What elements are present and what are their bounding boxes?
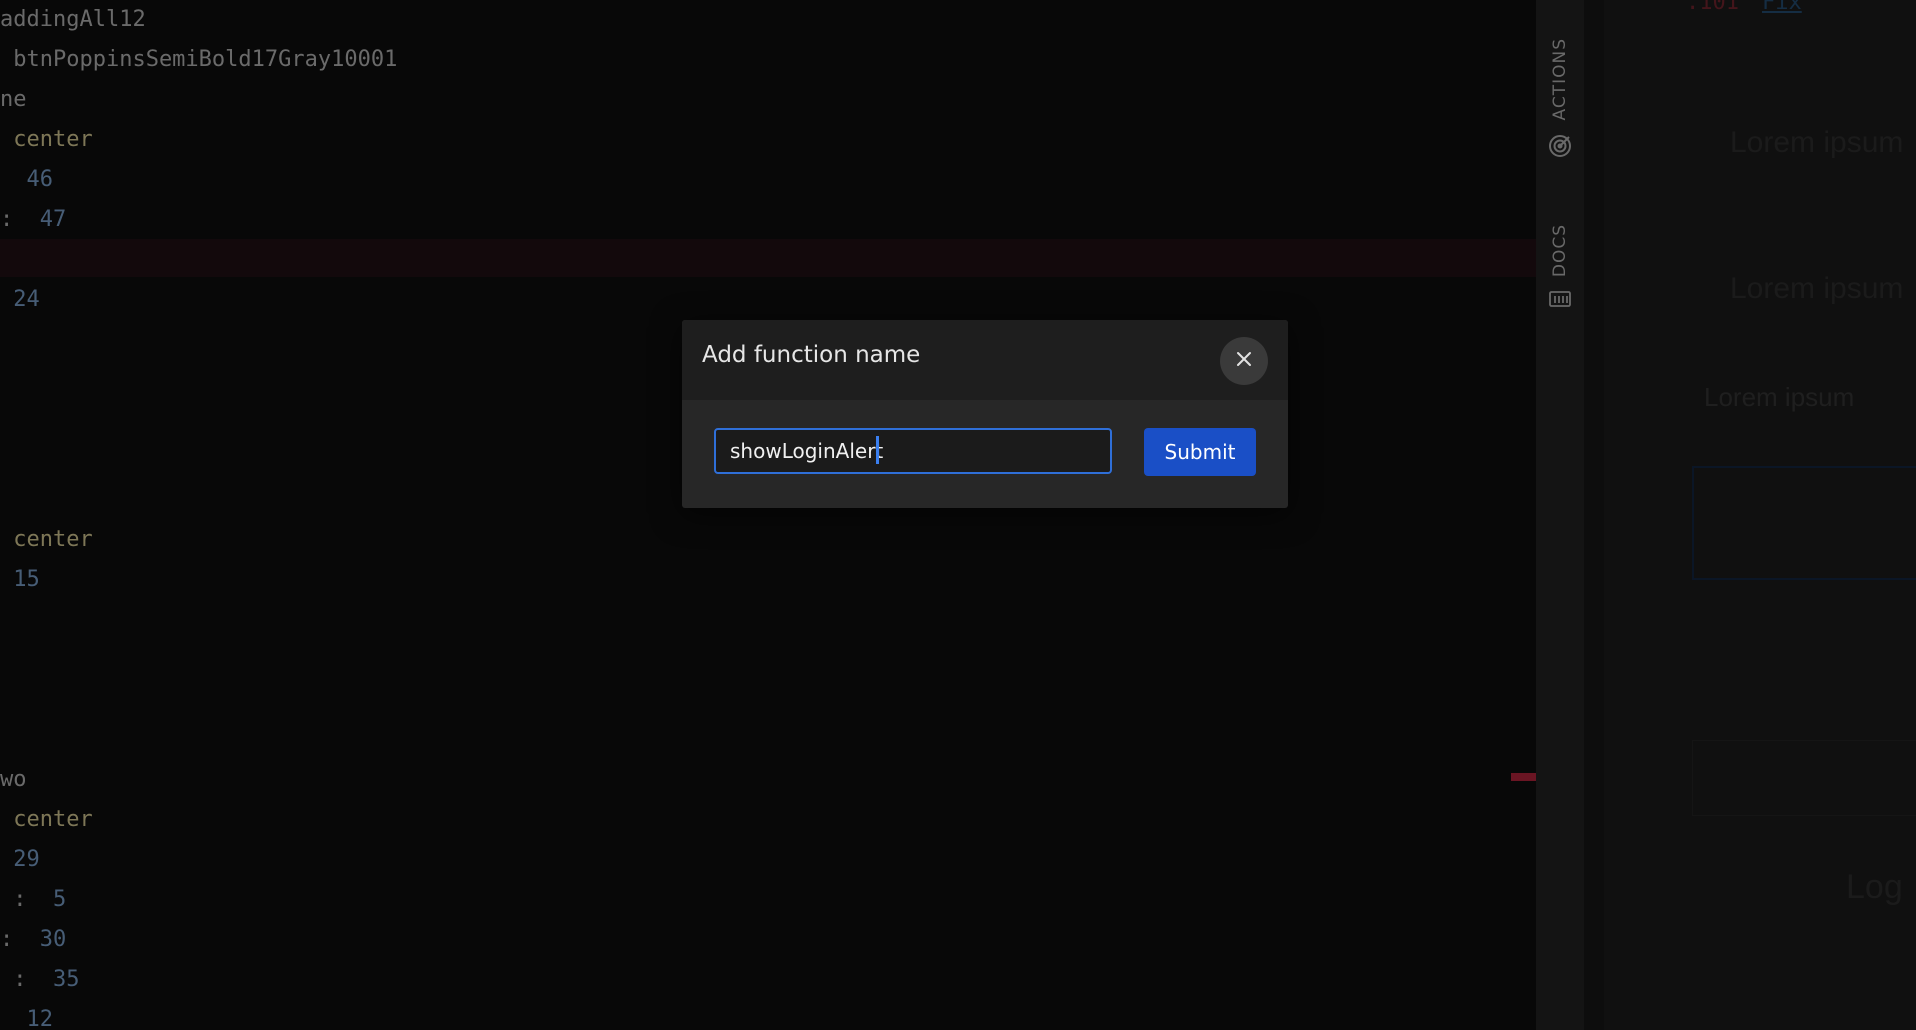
modal-overlay <box>0 0 1916 1030</box>
add-function-name-dialog: Add function name Submit <box>682 320 1288 508</box>
dialog-title: Add function name <box>702 342 921 368</box>
close-button[interactable] <box>1220 337 1268 385</box>
text-cursor <box>876 436 879 464</box>
submit-button[interactable]: Submit <box>1144 428 1256 476</box>
function-name-input[interactable] <box>714 428 1112 474</box>
close-icon <box>1235 350 1253 372</box>
dialog-header: Add function name <box>682 320 1288 400</box>
